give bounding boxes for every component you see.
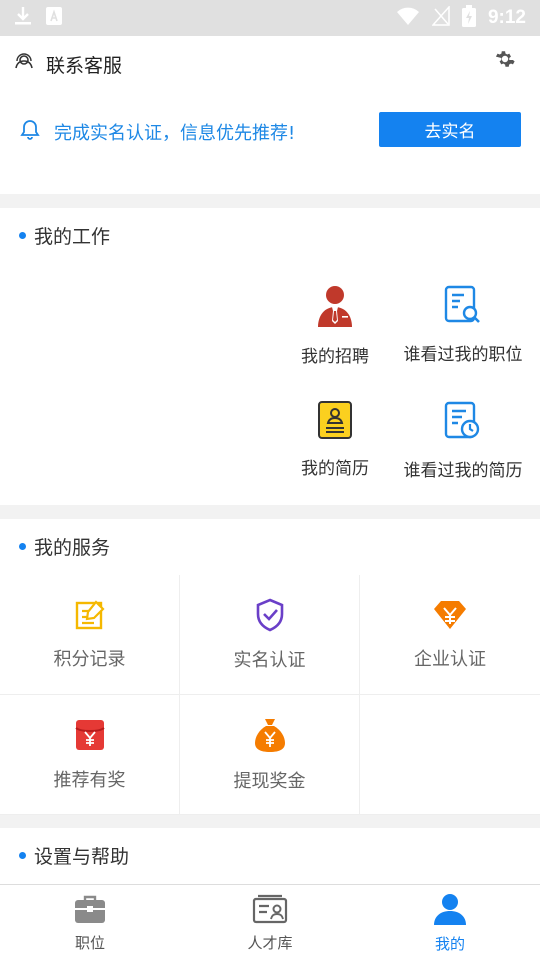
service-label: 积分记录 [53,648,126,670]
bottom-tab-bar: 职位 人才库 我的 [0,884,540,960]
service-label: 企业认证 [414,648,486,670]
recruiter-icon [315,284,355,332]
battery-charging-icon [461,5,476,31]
service-label: 提现奖金 [233,770,306,792]
briefcase-icon [74,894,106,928]
service-withdraw-bonus[interactable]: 提现奖金 [180,695,360,815]
no-signal-icon [431,5,450,30]
my-services-section: 我的服务 积分记录 实名认证 企业认证 推荐有奖 提现奖金 [0,519,540,815]
work-item-label: 我的招聘 [301,347,369,367]
work-item-label: 谁看过我的简历 [403,461,523,481]
contact-service-label: 联系客服 [46,54,123,77]
service-real-name-verify[interactable]: 实名认证 [180,575,360,695]
bell-icon [20,119,40,145]
app-notification-icon [46,7,62,29]
my-services-title: 我的服务 [19,519,110,573]
service-empty-cell [360,695,540,815]
my-work-section: 我的工作 我的招聘 谁看过我的职位 我的简历 谁看过我的简历 [0,208,540,505]
gear-icon[interactable] [494,48,516,70]
wifi-icon [396,6,420,30]
work-item-label: 我的简历 [301,459,369,479]
status-time: 9:12 [487,7,526,28]
work-item-who-viewed-job[interactable]: 谁看过我的职位 [393,284,533,365]
red-envelope-icon [74,718,105,756]
download-icon [14,6,32,30]
shield-check-icon [254,598,286,636]
diamond-yen-icon [433,599,467,635]
work-item-my-resume[interactable]: 我的简历 [265,400,405,479]
tab-jobs[interactable]: 职位 [0,885,180,960]
work-item-label: 谁看过我的职位 [403,345,523,365]
service-referral-reward[interactable]: 推荐有奖 [0,695,180,815]
service-label: 推荐有奖 [53,769,126,791]
status-bar: 9:12 [0,0,540,36]
talent-card-icon [252,894,288,928]
my-work-title: 我的工作 [19,208,110,262]
bullet-dot [19,231,26,239]
tab-me[interactable]: 我的 [360,885,540,960]
resume-icon [317,400,353,444]
tab-label: 我的 [434,934,465,953]
service-points-record[interactable]: 积分记录 [0,575,180,695]
settings-help-section[interactable]: 设置与帮助 [0,828,540,884]
service-label: 实名认证 [233,649,306,671]
headset-icon [14,52,34,76]
settings-help-title: 设置与帮助 [19,828,129,882]
top-card: 联系客服 完成实名认证，信息优先推荐! 去实名 [0,36,540,194]
work-item-who-viewed-resume[interactable]: 谁看过我的简历 [393,400,533,481]
tab-label: 职位 [74,933,105,952]
services-grid: 积分记录 实名认证 企业认证 推荐有奖 提现奖金 [0,575,540,815]
my-services-title-text: 我的服务 [34,536,111,559]
contact-service-row[interactable]: 联系客服 [0,36,540,92]
edit-note-icon [74,599,106,635]
document-clock-icon [443,400,483,446]
document-search-icon [443,284,483,330]
service-company-verify[interactable]: 企业认证 [360,575,540,695]
settings-help-title-text: 设置与帮助 [34,845,130,868]
work-item-my-recruitment[interactable]: 我的招聘 [265,284,405,367]
bullet-dot [19,851,26,859]
tab-label: 人才库 [247,933,293,952]
my-work-title-text: 我的工作 [34,225,111,248]
bullet-dot [19,542,26,550]
tab-talent-pool[interactable]: 人才库 [180,885,360,960]
user-icon [433,893,467,929]
verify-notice-text: 完成实名认证，信息优先推荐! [54,123,296,144]
money-bag-icon [254,717,286,757]
verify-button[interactable]: 去实名 [379,112,521,147]
